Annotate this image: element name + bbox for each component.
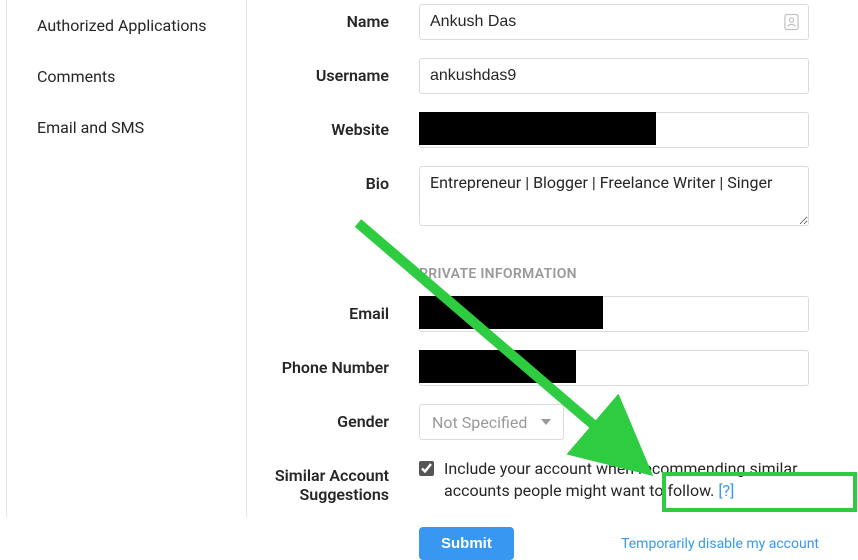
redacted-overlay xyxy=(419,112,656,145)
similar-checkbox[interactable] xyxy=(419,461,434,476)
sidebar-item-label: Comments xyxy=(37,67,115,86)
sidebar-item-label: Email and SMS xyxy=(37,118,144,137)
name-input[interactable] xyxy=(419,4,809,40)
edit-profile-form: Name Username Website xyxy=(247,0,858,517)
website-label: Website xyxy=(259,112,419,139)
gender-value: Not Specified xyxy=(432,413,527,432)
sidebar-item-email-sms[interactable]: Email and SMS xyxy=(7,102,246,153)
help-link[interactable]: [?] xyxy=(718,481,734,500)
email-label: Email xyxy=(259,296,419,323)
gender-label: Gender xyxy=(259,404,419,431)
disable-account-link[interactable]: Temporarily disable my account xyxy=(621,536,819,552)
similar-description: Include your account when recommending s… xyxy=(444,458,846,501)
redacted-overlay xyxy=(419,350,576,383)
chevron-down-icon xyxy=(541,419,551,425)
sidebar-item-authorized-apps[interactable]: Authorized Applications xyxy=(7,0,246,51)
gender-select[interactable]: Not Specified xyxy=(419,404,564,440)
redacted-overlay xyxy=(419,296,603,329)
username-input[interactable] xyxy=(419,58,809,94)
sidebar-item-label: Authorized Applications xyxy=(37,16,207,35)
phone-label: Phone Number xyxy=(259,350,419,377)
bio-textarea[interactable] xyxy=(419,166,809,226)
settings-sidebar: Authorized Applications Comments Email a… xyxy=(7,0,247,517)
contact-icon xyxy=(784,14,799,31)
private-info-header: PRIVATE INFORMATION xyxy=(419,266,846,282)
username-label: Username xyxy=(259,58,419,85)
sidebar-item-comments[interactable]: Comments xyxy=(7,51,246,102)
submit-button[interactable]: Submit xyxy=(419,527,514,560)
name-label: Name xyxy=(259,4,419,31)
bio-label: Bio xyxy=(259,166,419,193)
similar-label: Similar Account Suggestions xyxy=(259,458,419,504)
